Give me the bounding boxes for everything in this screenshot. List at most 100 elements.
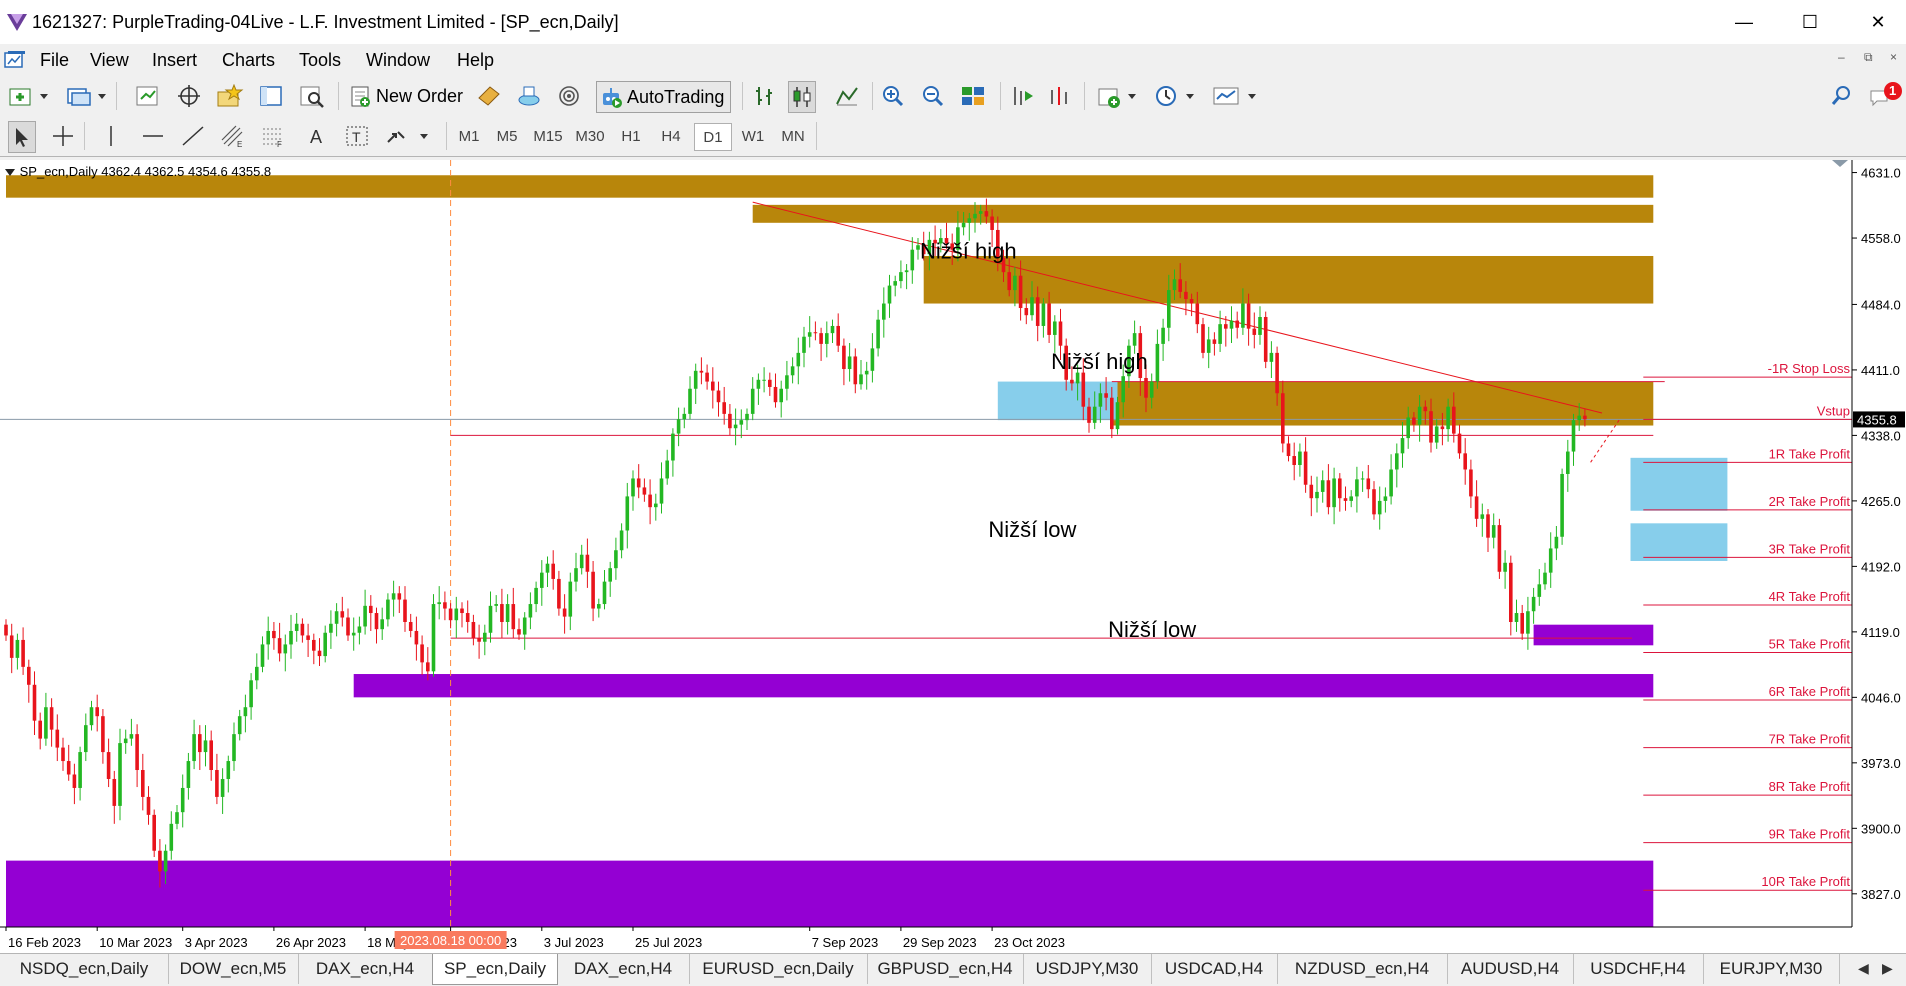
autoscroll-icon[interactable]: [1046, 81, 1072, 111]
tab-eurusd-daily[interactable]: EURUSD_ecn,Daily: [689, 954, 868, 984]
market-icon[interactable]: [516, 81, 542, 111]
collapse-triangle-icon[interactable]: [4, 168, 16, 178]
candle-body: [819, 333, 823, 344]
tab-eurjpy-m30[interactable]: EURJPY,M30: [1703, 954, 1840, 984]
favorites-icon[interactable]: [216, 81, 244, 111]
timeframe-w1[interactable]: W1: [736, 123, 770, 149]
candle-body: [312, 639, 316, 651]
candle-body: [557, 578, 561, 609]
tab-usdchf-h4[interactable]: USDCHF,H4: [1573, 954, 1704, 984]
chart-window-icon[interactable]: [4, 50, 26, 73]
terminal-icon[interactable]: [258, 81, 284, 111]
vertical-line-icon[interactable]: [98, 121, 124, 151]
horizontal-line-icon[interactable]: [140, 121, 166, 151]
zoom-out-icon[interactable]: [920, 81, 946, 111]
tab-usdcad-h4[interactable]: USDCAD,H4: [1151, 954, 1278, 984]
candle-body: [1446, 406, 1450, 430]
signals-icon[interactable]: [556, 81, 582, 111]
candle-body: [887, 285, 892, 304]
tabs-scroll-right-icon[interactable]: ▶: [1882, 960, 1893, 977]
notifications-icon[interactable]: 1: [1868, 81, 1904, 111]
candle-body: [1571, 420, 1576, 452]
new-order-button[interactable]: New Order: [348, 81, 463, 111]
timeframe-m5[interactable]: M5: [490, 123, 524, 149]
crosshair-navigator-icon[interactable]: [176, 81, 202, 111]
tab-sp-daily[interactable]: SP_ecn,Daily: [432, 954, 558, 985]
trendline-icon[interactable]: [180, 121, 206, 151]
arrows-dropdown-icon[interactable]: [384, 121, 432, 151]
maximize-button[interactable]: ☐: [1782, 6, 1838, 38]
menu-view[interactable]: View: [90, 50, 129, 71]
indicators-icon[interactable]: [1096, 81, 1138, 111]
candle-body: [220, 778, 225, 797]
tab-dow-m5[interactable]: DOW_ecn,M5: [168, 954, 299, 984]
candle-body: [1098, 393, 1103, 407]
mdi-restore-button[interactable]: ⧉: [1864, 50, 1873, 65]
crosshair-icon[interactable]: [50, 121, 76, 151]
chart-window[interactable]: Nižší high Nižší high Nižší low Nižší low -1…: [0, 160, 1906, 953]
menu-file[interactable]: File: [40, 50, 69, 71]
strategy-tester-icon[interactable]: [298, 81, 326, 111]
candle-body: [522, 617, 527, 635]
timeframe-h4[interactable]: H4: [654, 123, 688, 149]
autotrading-button[interactable]: AutoTrading: [596, 81, 732, 113]
tab-usdjpy-m30[interactable]: USDJPY,M30: [1023, 954, 1152, 984]
close-button[interactable]: ✕: [1850, 6, 1906, 38]
tile-windows-icon[interactable]: [960, 81, 986, 111]
tab-nzdusd-h4[interactable]: NZDUSD_ecn,H4: [1277, 954, 1448, 984]
support-zone: [6, 860, 1654, 927]
candle-body: [1349, 496, 1353, 501]
text-label-icon[interactable]: T: [344, 121, 370, 151]
market-watch-icon[interactable]: [134, 81, 160, 111]
candle-body: [1172, 279, 1177, 291]
periods-clock-icon[interactable]: [1154, 81, 1196, 111]
price-chart[interactable]: Nižší high Nižší high Nižší low Nižší low -1…: [0, 160, 1906, 953]
candle-body: [203, 740, 208, 753]
candle-body: [870, 348, 875, 371]
candle-body: [733, 424, 738, 429]
timeframe-m30[interactable]: M30: [570, 123, 610, 149]
metaeditor-icon[interactable]: [476, 81, 502, 111]
tab-gbpusd-h4[interactable]: GBPUSD_ecn,H4: [867, 954, 1024, 984]
equidistant-channel-icon[interactable]: E: [220, 121, 246, 151]
minimize-button[interactable]: —: [1716, 6, 1772, 38]
bar-chart-icon[interactable]: [752, 81, 778, 111]
line-chart-icon[interactable]: [834, 81, 860, 111]
mdi-close-button[interactable]: ×: [1890, 50, 1897, 64]
candle-body: [1320, 480, 1325, 492]
candle-body: [1429, 411, 1433, 443]
tab-nsdq-daily[interactable]: NSDQ_ecn,Daily: [0, 954, 169, 984]
timeframe-h1[interactable]: H1: [614, 123, 648, 149]
new-chart-icon[interactable]: [8, 81, 50, 111]
timeframe-d1[interactable]: D1: [694, 123, 732, 151]
text-tool-icon[interactable]: A: [304, 121, 330, 151]
zoom-in-icon[interactable]: [880, 81, 906, 111]
candle-body: [1366, 478, 1371, 490]
templates-icon[interactable]: [1212, 81, 1260, 111]
candle-body: [842, 345, 846, 370]
candle-body: [1457, 433, 1462, 454]
timeframe-mn[interactable]: MN: [774, 123, 812, 149]
menu-tools[interactable]: Tools: [299, 50, 341, 71]
menu-charts[interactable]: Charts: [222, 50, 275, 71]
menu-insert[interactable]: Insert: [152, 50, 197, 71]
timeframe-m15[interactable]: M15: [528, 123, 568, 149]
profiles-icon[interactable]: [66, 81, 108, 111]
fibonacci-icon[interactable]: F: [260, 121, 286, 151]
candlestick-chart-icon[interactable]: [788, 81, 816, 113]
candle-body: [1326, 480, 1331, 508]
timeframe-m1[interactable]: M1: [452, 123, 486, 149]
candle-body: [1075, 372, 1080, 384]
candle-body: [21, 639, 25, 667]
search-icon[interactable]: [1830, 81, 1854, 111]
menu-help[interactable]: Help: [457, 50, 494, 71]
cursor-icon[interactable]: [8, 121, 36, 153]
price-tick-label: 4338.0: [1861, 428, 1901, 443]
tab-dax-h4-2[interactable]: DAX_ecn,H4: [557, 954, 690, 984]
tab-audusd-h4[interactable]: AUDUSD,H4: [1447, 954, 1574, 984]
tab-dax-h4[interactable]: DAX_ecn,H4: [298, 954, 433, 984]
menu-window[interactable]: Window: [366, 50, 430, 71]
tabs-scroll-left-icon[interactable]: ◀: [1858, 960, 1869, 977]
mdi-minimize-button[interactable]: –: [1838, 50, 1845, 64]
chart-shift-icon[interactable]: [1010, 81, 1036, 111]
